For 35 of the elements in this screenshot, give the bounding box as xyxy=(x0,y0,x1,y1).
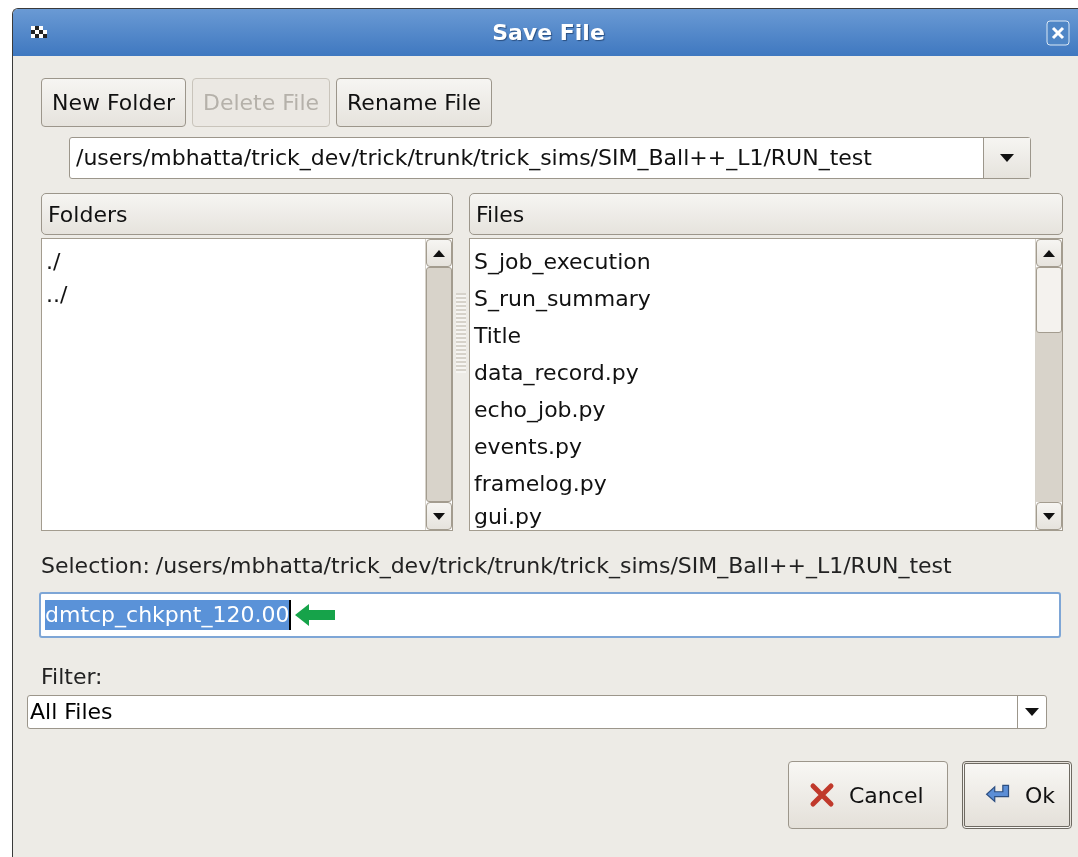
file-item[interactable]: events.py xyxy=(470,428,1031,465)
cross-icon xyxy=(809,782,835,808)
window-title: Save File xyxy=(491,20,606,45)
pane-divider-handle[interactable] xyxy=(456,293,466,373)
path-combo[interactable]: /users/mbhatta/trick_dev/trick/trunk/trick_sims/SIM_Ball++_L1/RUN_test xyxy=(69,137,1031,179)
file-item[interactable]: echo_job.py xyxy=(470,391,1031,428)
file-item[interactable]: Title xyxy=(470,317,1031,354)
folder-item[interactable]: ../ xyxy=(42,280,421,310)
dropdown-arrow-icon xyxy=(1000,154,1014,162)
folder-item[interactable]: ./ xyxy=(42,243,421,280)
file-item[interactable]: S_job_execution xyxy=(470,243,1031,280)
column-header[interactable]: Files xyxy=(469,193,1063,235)
selection-path: /users/mbhatta/trick_dev/trick/trunk/trick_sims/SIM_Ball++_L1/RUN_test xyxy=(155,553,952,578)
file-item[interactable]: S_run_summary xyxy=(470,280,1031,317)
toolbar-button[interactable]: Rename File xyxy=(336,78,493,127)
toolbar-button[interactable]: New Folder xyxy=(41,78,186,127)
file-item[interactable]: framelog.py xyxy=(470,465,1031,502)
close-icon[interactable] xyxy=(1046,19,1070,46)
column-header[interactable]: Folders xyxy=(41,193,453,235)
selection-label: Selection: xyxy=(41,553,150,578)
dropdown-arrow-icon xyxy=(1025,708,1039,716)
up-arrow-icon xyxy=(1043,249,1055,257)
up-arrow-icon xyxy=(433,249,445,257)
filter-label: Filter: xyxy=(41,664,104,689)
scrollbar[interactable] xyxy=(1035,239,1062,530)
filter-combo[interactable]: All Files xyxy=(27,695,1047,729)
arrow-icon xyxy=(295,604,336,626)
scrollbar-thumb[interactable] xyxy=(1036,267,1062,333)
cancel-button[interactable]: Cancel xyxy=(788,761,948,829)
file-item[interactable]: data_record.py xyxy=(470,354,1031,391)
ok-button[interactable]: Ok xyxy=(962,761,1072,829)
down-arrow-icon xyxy=(433,512,445,520)
scrollbar[interactable] xyxy=(425,239,452,530)
file-item[interactable]: gui.py xyxy=(470,502,1031,530)
down-arrow-icon xyxy=(1043,512,1055,520)
